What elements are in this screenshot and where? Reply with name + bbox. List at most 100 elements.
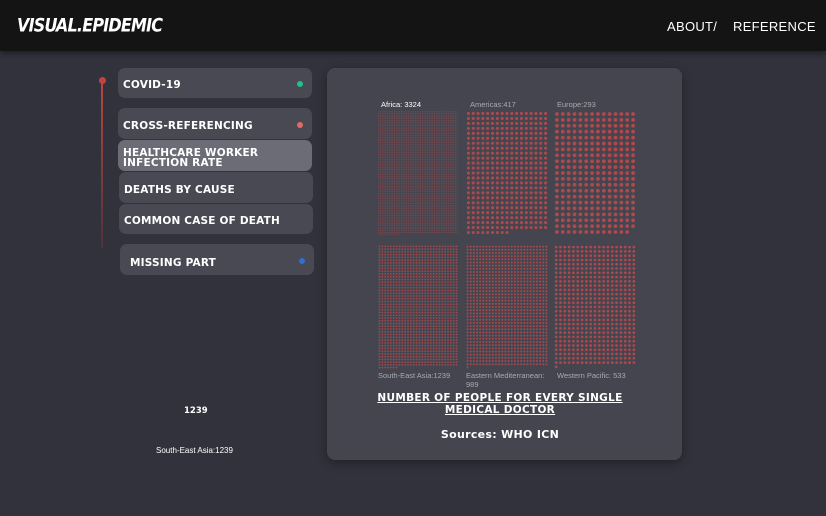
menu-item-deaths-by-cause[interactable]: DEATHS BY CAUSE	[119, 172, 313, 203]
unit-dot	[404, 211, 406, 213]
unit-dot	[423, 116, 425, 118]
unit-dot	[400, 204, 403, 206]
unit-dot	[446, 114, 448, 116]
unit-dot	[399, 184, 401, 186]
unit-dot	[395, 284, 398, 286]
menu-item-missing-part[interactable]: MISSING PART	[120, 244, 314, 275]
unit-dot	[404, 150, 406, 152]
region-label-africa: Africa: 3324	[381, 100, 422, 109]
unit-dot	[407, 116, 409, 118]
unit-dot	[432, 303, 435, 306]
unit-dot	[387, 121, 389, 123]
unit-dot	[427, 201, 429, 203]
unit-dot	[384, 245, 387, 248]
unit-dot	[515, 111, 519, 116]
unit-dot	[413, 214, 415, 217]
unit-dot	[435, 148, 437, 150]
unit-dot	[449, 194, 451, 196]
unit-dot	[432, 270, 435, 273]
unit-dot	[447, 167, 449, 169]
site-logo[interactable]: VISUAL.EPIDEMIC	[17, 14, 163, 36]
unit-dot	[435, 325, 438, 328]
unit-dot	[619, 182, 624, 187]
unit-dot	[438, 284, 441, 286]
unit-dot	[486, 191, 490, 195]
unit-dot	[423, 167, 425, 169]
unit-dot	[427, 152, 429, 154]
unit-dot	[383, 157, 385, 159]
unit-dot	[421, 259, 424, 262]
unit-dot	[454, 150, 456, 152]
unit-dot	[429, 297, 432, 300]
unit-dot	[404, 278, 407, 281]
unit-dot	[397, 223, 399, 225]
unit-dot	[439, 175, 441, 177]
unit-dot	[388, 182, 390, 184]
unit-dot	[400, 111, 403, 113]
unit-dot	[433, 203, 436, 205]
unit-dot	[437, 208, 439, 210]
unit-dot	[416, 136, 418, 138]
unit-dot	[418, 135, 420, 137]
unit-dot	[439, 119, 441, 121]
menu-item-cross-referencing[interactable]: CROSS-REFERENCING	[118, 108, 312, 139]
menu-item-covid-19[interactable]: COVID-19	[118, 68, 312, 98]
unit-dot	[428, 196, 430, 198]
dot-grid-africa[interactable]	[378, 111, 458, 235]
dot-grid-americas[interactable]	[466, 111, 548, 235]
unit-dot	[411, 204, 413, 206]
unit-dot	[378, 297, 381, 300]
unit-dot	[380, 179, 382, 181]
unit-dot	[392, 119, 394, 121]
unit-dot	[453, 140, 455, 142]
unit-dot	[490, 171, 495, 175]
unit-dot	[397, 189, 399, 191]
unit-dot	[420, 153, 422, 155]
unit-dot	[476, 141, 480, 145]
menu-item-healthcare-worker-infection-rate[interactable]: HEALTHCARE WORKER INFECTION RATE	[118, 140, 312, 171]
unit-dot	[444, 182, 446, 184]
unit-dot	[440, 231, 443, 233]
unit-dot	[418, 253, 421, 256]
unit-dot	[421, 143, 423, 145]
unit-dot	[402, 145, 404, 147]
unit-dot	[456, 121, 458, 123]
unit-dot	[519, 116, 524, 120]
unit-dot	[416, 174, 418, 176]
unit-dot	[387, 138, 389, 140]
unit-dot	[378, 174, 380, 176]
unit-dot	[442, 179, 444, 181]
unit-dot	[453, 148, 455, 150]
unit-dot	[486, 176, 490, 180]
unit-dot	[416, 180, 418, 183]
nav-about-link[interactable]: ABOUT/	[667, 19, 717, 34]
unit-dot	[439, 187, 441, 189]
unit-dot	[471, 206, 475, 210]
menu-item-common-case-of-death[interactable]: COMMON CASE OF DEATH	[119, 204, 313, 234]
unit-dot	[397, 197, 399, 200]
unit-dot	[412, 262, 415, 264]
unit-dot	[428, 162, 430, 164]
unit-dot	[440, 203, 443, 205]
unit-dot	[524, 156, 528, 160]
dot-grid-europe[interactable]	[554, 111, 636, 235]
unit-dot	[381, 278, 384, 281]
unit-dot	[414, 140, 416, 142]
dot-grid-south-east-asia[interactable]	[378, 245, 458, 369]
unit-dot	[404, 267, 407, 270]
unit-dot	[381, 284, 384, 286]
unit-dot	[476, 151, 480, 155]
unit-dot	[395, 259, 398, 262]
unit-dot	[430, 118, 432, 120]
unit-dot	[437, 209, 439, 211]
unit-dot	[456, 216, 458, 218]
unit-dot	[402, 214, 404, 217]
unit-dot	[380, 191, 382, 193]
unit-dot	[446, 148, 448, 150]
unit-dot	[447, 189, 449, 191]
unit-dot	[414, 145, 416, 147]
nav-reference-link[interactable]: REFERENCE	[733, 19, 816, 34]
unit-dot	[413, 199, 415, 201]
unit-dot	[383, 203, 385, 205]
unit-dot	[435, 192, 437, 194]
